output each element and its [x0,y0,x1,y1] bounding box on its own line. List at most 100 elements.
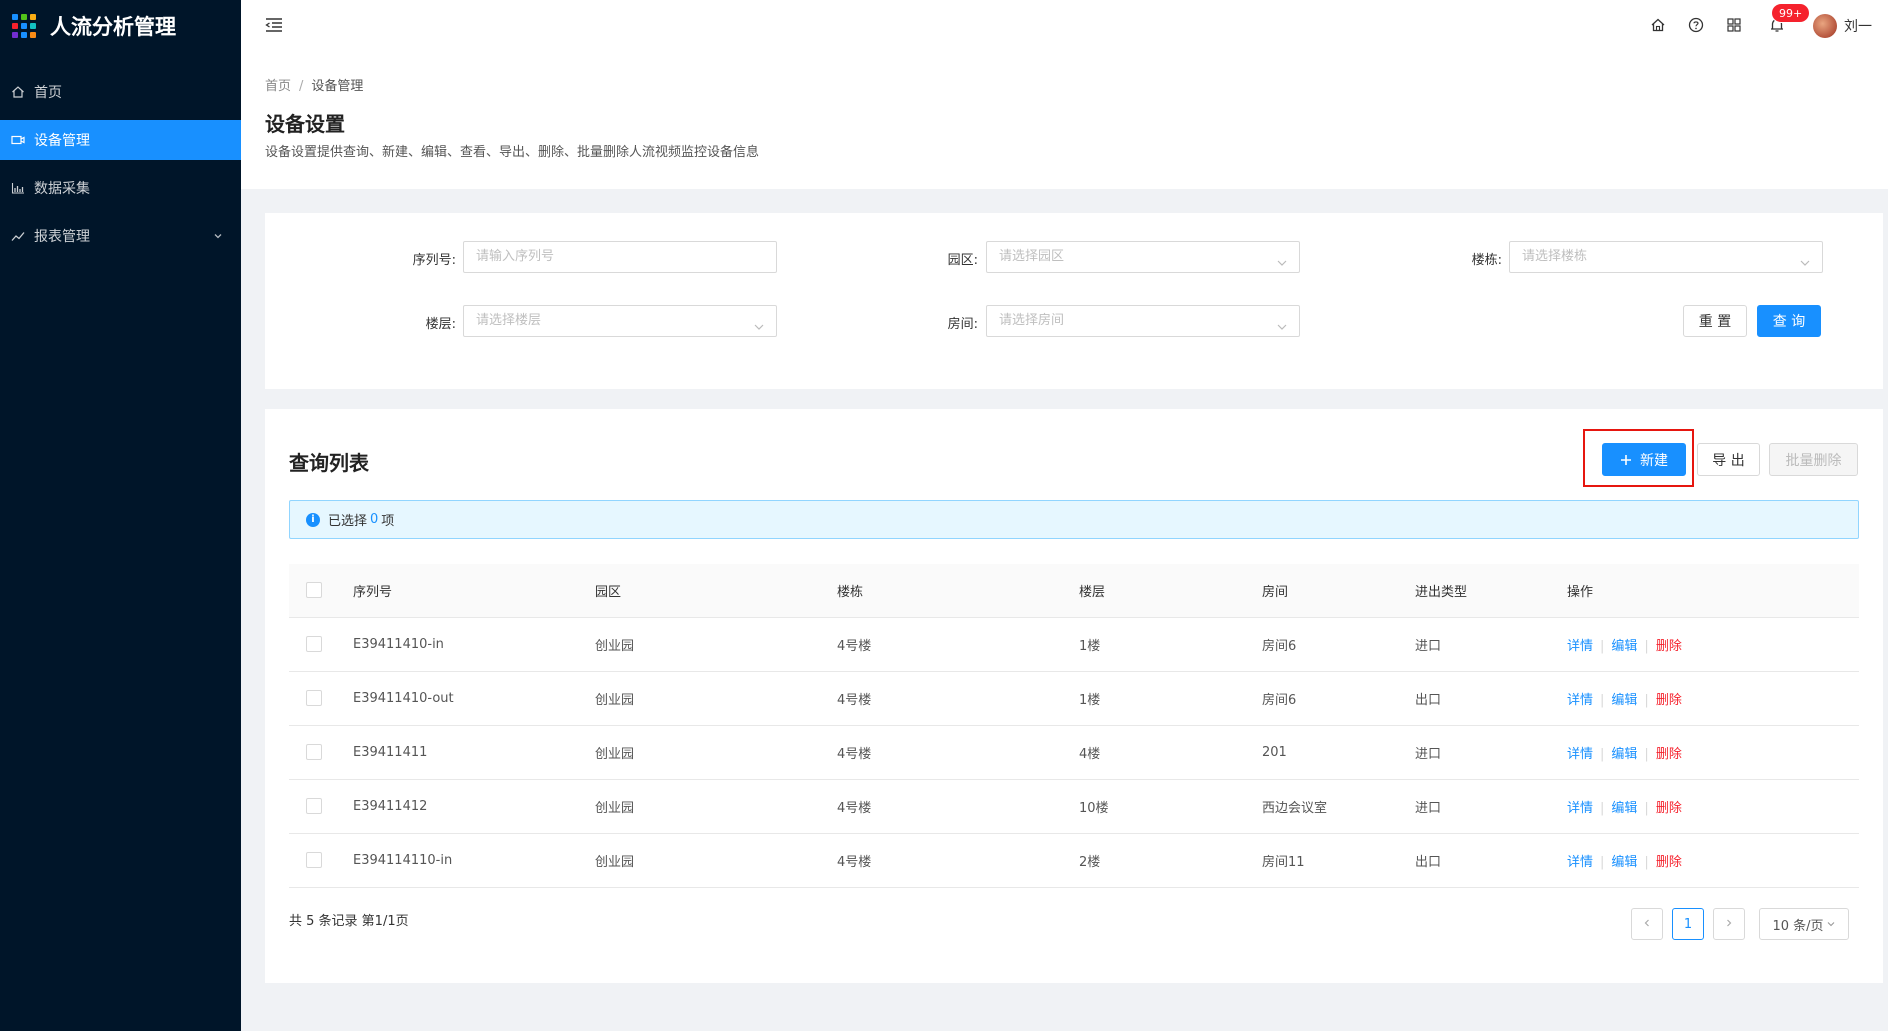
selected-suffix: 项 [381,514,395,529]
page-number-button[interactable]: 1 [1672,908,1704,940]
select-all-checkbox[interactable] [306,582,322,599]
sidebar-item-device-management[interactable]: 设备管理 [0,120,241,160]
row-checkbox-cell [289,617,353,672]
row-checkbox[interactable] [306,744,322,760]
chevron-down-icon [1276,251,1288,281]
table-body: E39411410-in 创业园 4号楼 1楼 房间6 进口 详情 | 编辑 | 删除 E394114… [289,617,1859,888]
table-row: E39411410-in 创业园 4号楼 1楼 房间6 进口 详情 | 编辑 | 删除 [289,617,1859,672]
query-button[interactable]: 查 询 [1757,305,1821,337]
logo-dot [21,23,27,29]
logo-dot [30,32,36,38]
apps-icon[interactable] [1724,15,1744,35]
row-checkbox[interactable] [306,690,322,706]
row-checkbox-cell [289,833,353,888]
breadcrumb: 首页 / 设备管理 [265,75,363,94]
sidebar-item-label: 首页 [34,85,62,101]
edit-link[interactable]: 编辑 [1611,801,1637,816]
sidebar-item-report-management[interactable]: 报表管理 [0,216,241,256]
edit-link[interactable]: 编辑 [1611,747,1637,762]
table-row: E39411412 创业园 4号楼 10楼 西边会议室 进口 详情 | 编辑 | 删除 [289,779,1859,834]
avatar[interactable] [1813,14,1837,38]
column-header: 楼栋 [837,564,1079,618]
menu-fold-icon[interactable] [265,16,283,38]
sidebar-item-label: 数据采集 [34,181,90,197]
table-row: E39411410-out 创业园 4号楼 1楼 房间6 出口 详情 | 编辑 | 删除 [289,671,1859,726]
cell-actions: 详情 | 编辑 | 删除 [1567,725,1859,780]
logo-dot [12,23,18,29]
total-records: 共 5 条记录 第1/1页 [289,914,409,929]
row-checkbox[interactable] [306,636,322,652]
building-select[interactable]: 请选择楼栋 [1509,241,1823,273]
detail-link[interactable]: 详情 [1567,747,1593,762]
delete-link[interactable]: 删除 [1656,801,1682,816]
cell-actions: 详情 | 编辑 | 删除 [1567,671,1859,726]
top-header [241,0,1888,52]
detail-link[interactable]: 详情 [1567,855,1593,870]
building-placeholder: 请选择楼栋 [1522,249,1588,264]
edit-link[interactable]: 编辑 [1611,693,1637,708]
logo: 人流分析管理 [0,0,241,52]
home-icon[interactable] [1648,15,1668,35]
action-separator: | [1600,800,1605,816]
floor-select[interactable]: 请选择楼层 [463,305,777,337]
next-page-button[interactable] [1713,908,1745,940]
cell-floor: 2楼 [1079,833,1262,888]
detail-link[interactable]: 详情 [1567,801,1593,816]
park-select[interactable]: 请选择园区 [986,241,1300,273]
table-header-row: 序列号 园区 楼栋 楼层 房间 进出类型 操作 [289,564,1859,618]
row-checkbox-cell [289,671,353,726]
table-row: E39411411 创业园 4号楼 4楼 201 进口 详情 | 编辑 | 删除 [289,725,1859,780]
action-separator: | [1644,638,1649,654]
delete-link[interactable]: 删除 [1656,639,1682,654]
help-icon[interactable] [1686,15,1706,35]
page-size-value: 10 条/页 [1772,918,1824,934]
floor-placeholder: 请选择楼层 [476,313,542,328]
page-description: 设备设置提供查询、新建、编辑、查看、导出、删除、批量删除人流视频监控设备信息 [265,145,760,160]
cell-floor: 1楼 [1079,617,1262,672]
new-button[interactable]: 新建 [1602,443,1686,476]
cell-building: 4号楼 [837,833,1079,888]
logo-dot [21,14,27,20]
sidebar-item-home[interactable]: 首页 [0,72,241,112]
username[interactable]: 刘一 [1844,16,1872,36]
cell-building: 4号楼 [837,671,1079,726]
cell-actions: 详情 | 编辑 | 删除 [1567,779,1859,834]
app-grid-icon [12,14,36,38]
row-checkbox[interactable] [306,852,322,868]
building-label: 楼栋: [1471,253,1502,268]
cell-type: 进口 [1415,779,1567,834]
detail-link[interactable]: 详情 [1567,639,1593,654]
selection-alert: i 已选择 0 项 [289,500,1859,539]
delete-link[interactable]: 删除 [1656,855,1682,870]
action-separator: | [1600,638,1605,654]
table-row: E394114110-in 创业园 4号楼 2楼 房间11 出口 详情 | 编辑 | 删除 [289,833,1859,888]
row-checkbox[interactable] [306,798,322,814]
breadcrumb-home[interactable]: 首页 [265,79,291,94]
edit-link[interactable]: 编辑 [1611,639,1637,654]
serial-input[interactable]: 请输入序列号 [463,241,777,273]
batch-delete-button[interactable]: 批量删除 [1769,443,1858,476]
detail-link[interactable]: 详情 [1567,693,1593,708]
edit-link[interactable]: 编辑 [1611,855,1637,870]
logo-dot [30,14,36,20]
room-select[interactable]: 请选择房间 [986,305,1300,337]
select-all-checkbox-cell [289,564,353,618]
sidebar-item-data-collection[interactable]: 数据采集 [0,168,241,208]
bar-chart-icon [10,180,26,196]
export-button[interactable]: 导 出 [1697,443,1760,476]
breadcrumb-separator: / [299,79,304,94]
delete-link[interactable]: 删除 [1656,693,1682,708]
row-checkbox-cell [289,779,353,834]
cell-room: 房间6 [1262,617,1415,672]
action-separator: | [1644,692,1649,708]
prev-page-button[interactable] [1631,908,1663,940]
cell-serial: E394114110-in [353,833,595,888]
reset-button[interactable]: 重 置 [1683,305,1747,337]
cell-floor: 4楼 [1079,725,1262,780]
logo-dot [12,32,18,38]
page-size-select[interactable]: 10 条/页 [1759,908,1849,940]
result-list: 查询列表 新建 导 出 批量删除 i 已选择 0 项 序列号 园区 楼栋 楼层 房间… [265,409,1883,983]
logo-dot [12,14,18,20]
delete-link[interactable]: 删除 [1656,747,1682,762]
chevron-down-icon [1276,315,1288,345]
